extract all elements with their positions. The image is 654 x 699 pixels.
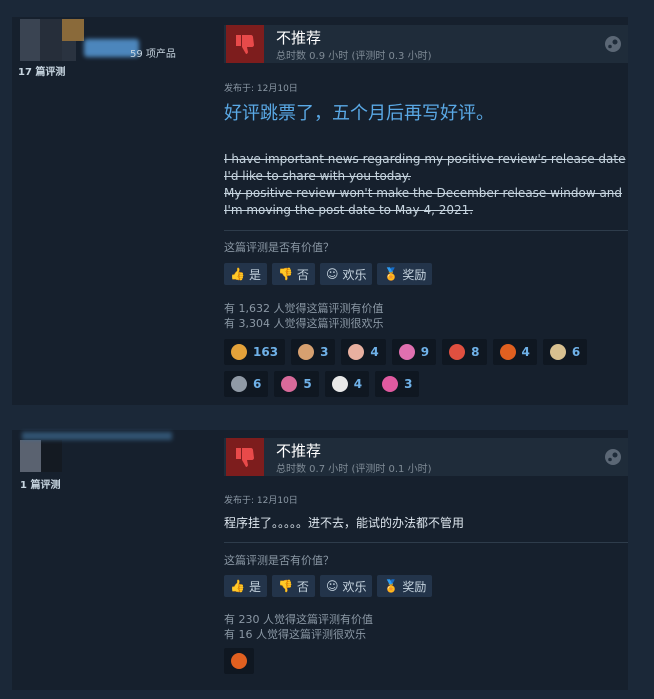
statue-icon [331, 376, 348, 392]
award-count: 4 [521, 345, 530, 359]
thumbs-down-icon: 👎 [277, 579, 293, 593]
smile-icon: ☺ [325, 579, 339, 593]
award-badge[interactable]: 6 [224, 371, 269, 397]
playtime: 总时数 0.9 小时 (评测时 0.3 小时) [276, 51, 432, 62]
posted-date: 发布于: 12月10日 [224, 84, 298, 94]
vote-yes-button[interactable]: 👍 是 [224, 575, 267, 597]
posted-date: 发布于: 12月10日 [224, 496, 298, 506]
stat-funny: 有 3,304 人觉得这篇评测很欢乐 [224, 317, 384, 330]
review-strike-text-1: I have important news regarding my posit… [224, 152, 626, 183]
brain-icon [348, 344, 365, 360]
divider [224, 542, 628, 543]
award-badge[interactable]: 4 [324, 371, 370, 397]
award-count: 4 [353, 377, 363, 391]
helpful-stats: 有 1,632 人觉得这篇评测有价值 有 3,304 人觉得这篇评测很欢乐 [224, 301, 383, 331]
award-icon: 🏅 [383, 579, 399, 593]
award-button[interactable]: 🏅 奖励 [377, 575, 433, 597]
fire-icon [231, 653, 247, 669]
thumbs-down-icon: 👎 [277, 267, 293, 281]
award-badge[interactable]: 5 [274, 371, 319, 397]
stat-funny: 有 16 人觉得这篇评测很欢乐 [224, 628, 366, 641]
award-count: 4 [370, 345, 379, 359]
author-name[interactable] [22, 432, 172, 440]
award-count: 8 [471, 345, 480, 359]
wow-icon [231, 344, 247, 360]
thumbs-up-icon: 👍 [230, 267, 245, 281]
author-block[interactable]: 59 项产品 17 篇评测 [12, 17, 210, 405]
stat-helpful: 有 230 人觉得这篇评测有价值 [224, 613, 373, 626]
author-block[interactable]: 1 篇评测 [12, 430, 210, 690]
verdict: 不推荐 [276, 442, 322, 460]
thumbs-down-icon [226, 25, 264, 63]
vote-header[interactable]: 不推荐 总时数 0.9 小时 (评测时 0.3 小时) [224, 25, 628, 63]
review-body: 程序挂了。。。。。进不去，能试的办法都不管用 [224, 516, 465, 530]
hand-icon [298, 344, 315, 360]
award-badge[interactable]: 4 [341, 339, 386, 365]
thumbs-up-icon: 👍 [230, 579, 245, 593]
author-products[interactable]: 59 项产品 [130, 45, 176, 60]
award-count: 3 [320, 345, 329, 359]
clown-icon [449, 344, 466, 360]
vote-buttons: 👍 是 👎 否 ☺ 欢乐 🏅 奖励 [224, 575, 433, 597]
award-count: 163 [253, 345, 279, 359]
vote-funny-button[interactable]: ☺ 欢乐 [319, 263, 373, 285]
review-card: 59 项产品 17 篇评测 不推荐 总时数 0.9 小时 (评测时 0.3 小时… [12, 17, 628, 405]
helpful-question: 这篇评测是否有价值？ [224, 554, 334, 567]
awards-list [224, 648, 634, 674]
scroll-icon [549, 344, 566, 360]
award-badge[interactable]: 8 [442, 339, 487, 365]
avatar[interactable] [20, 440, 62, 472]
vote-yes-button[interactable]: 👍 是 [224, 263, 267, 285]
award-count: 3 [404, 377, 413, 391]
fire-icon [499, 344, 516, 360]
vote-funny-button[interactable]: ☺ 欢乐 [319, 575, 373, 597]
review-strike-text-2: My positive review won't make the Decemb… [224, 186, 623, 217]
author-review-count[interactable]: 1 篇评测 [20, 476, 60, 491]
pig-icon [281, 376, 298, 392]
award-count: 5 [303, 377, 312, 391]
review-card: 1 篇评测 不推荐 总时数 0.7 小时 (评测时 0.1 小时) 发布于: 1… [12, 430, 628, 690]
divider [224, 230, 628, 231]
smile-icon: ☺ [325, 267, 339, 281]
verdict: 不推荐 [276, 29, 322, 47]
helpful-question: 这篇评测是否有价值？ [224, 241, 334, 254]
award-count: 9 [420, 345, 430, 359]
stat-helpful: 有 1,632 人觉得这篇评测有价值 [224, 302, 384, 315]
award-badge[interactable]: 4 [492, 339, 537, 365]
award-icon: 🏅 [383, 267, 399, 281]
award-count: 6 [253, 377, 262, 391]
helpful-stats: 有 230 人觉得这篇评测有价值 有 16 人觉得这篇评测很欢乐 [224, 612, 373, 642]
heart-icon [398, 344, 415, 360]
vote-no-button[interactable]: 👎 否 [271, 575, 315, 597]
face-icon [231, 376, 247, 392]
vote-no-button[interactable]: 👎 否 [271, 263, 315, 285]
award-button[interactable]: 🏅 奖励 [377, 263, 433, 285]
vote-buttons: 👍 是 👎 否 ☺ 欢乐 🏅 奖励 [224, 263, 433, 285]
avatar[interactable] [20, 19, 84, 61]
award-badge[interactable]: 3 [291, 339, 336, 365]
playtime: 总时数 0.7 小时 (评测时 0.1 小时) [276, 464, 432, 475]
thumbs-down-icon [226, 438, 264, 476]
author-review-count[interactable]: 17 篇评测 [18, 63, 65, 78]
vote-header[interactable]: 不推荐 总时数 0.7 小时 (评测时 0.1 小时) [224, 438, 628, 476]
award-badge[interactable]: 3 [375, 371, 420, 397]
award-badge[interactable] [224, 648, 254, 674]
review-headline: 好评跳票了，五个月后再写好评。 [224, 103, 494, 124]
award-badge[interactable]: 163 [224, 339, 286, 365]
candy-icon [382, 376, 399, 392]
award-badge[interactable]: 9 [391, 339, 437, 365]
awards-list: 163 3 4 9 8 4 6 6 5 4 3 [224, 339, 634, 397]
award-count: 6 [571, 345, 581, 359]
steam-icon [605, 36, 621, 52]
steam-icon [605, 449, 621, 465]
award-badge[interactable]: 6 [542, 339, 588, 365]
